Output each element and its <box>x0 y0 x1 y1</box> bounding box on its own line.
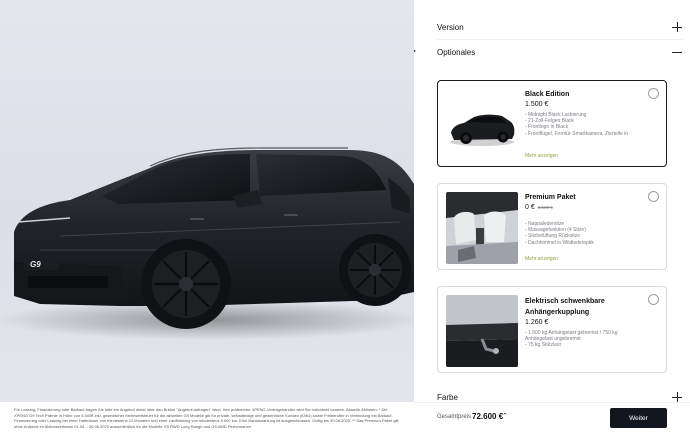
option-card-black-edition[interactable]: Black Edition 1.500 € - Midnight Black L… <box>437 80 667 167</box>
show-more-link[interactable]: Mehr anzeigen <box>525 153 558 159</box>
minus-icon[interactable] <box>671 46 683 58</box>
show-more-link[interactable]: Mehr anzeigen <box>525 256 558 262</box>
option-radio[interactable] <box>648 88 659 99</box>
price-summary-bar: Gesamtpreis 72.600 € ⌃ Weiter <box>414 402 690 432</box>
feature-line: - 75 kg Stützlast <box>525 342 561 349</box>
plus-icon[interactable] <box>671 391 683 402</box>
option-old-price: 3.500 € <box>537 205 553 210</box>
option-price: 0 €3.500 € <box>525 204 553 211</box>
towbar-image <box>446 295 518 367</box>
option-title: Black Edition <box>525 91 570 98</box>
active-section-pointer-icon <box>414 48 416 54</box>
divider <box>437 39 683 40</box>
option-radio[interactable] <box>648 191 659 202</box>
chevron-up-icon[interactable]: ⌃ <box>502 412 508 420</box>
option-features: - Midnight Black Lackierung - 21-Zoll-Fe… <box>525 112 660 137</box>
option-title: Premium Paket <box>525 194 576 201</box>
accordion-options-label: Optionales <box>437 47 476 57</box>
option-price: 1.260 € <box>525 319 548 326</box>
accordion-color-label: Farbe <box>437 392 458 402</box>
option-features: - Nappaledersitze - Massagefunktion (4 S… <box>525 221 660 246</box>
option-card-premium-paket[interactable]: Premium Paket 0 €3.500 € - Nappaledersit… <box>437 183 667 270</box>
option-price-value: 0 € <box>525 204 535 211</box>
option-price-value: 1.260 € <box>525 319 549 326</box>
option-price-value: 1.500 € <box>525 101 549 108</box>
option-title: Elektrisch schwenkbare Anhängerkupplung <box>525 298 605 316</box>
total-price-value[interactable]: 72.600 € <box>472 412 503 421</box>
option-radio[interactable] <box>648 294 659 305</box>
accordion-version-label: Version <box>437 22 464 32</box>
next-button[interactable]: Weiter <box>610 408 667 428</box>
plus-icon[interactable] <box>671 21 683 33</box>
option-price: 1.500 € <box>525 101 548 108</box>
vehicle-preview: G9 <box>0 0 414 402</box>
accordion-color[interactable]: Farbe <box>437 386 683 402</box>
legal-disclaimer: Für Leasing, Finanzierung oder Barkauf f… <box>0 402 414 432</box>
configurator-panel: Version Optionales Black Edition 1.500 €… <box>414 0 690 402</box>
black-edition-image <box>446 89 518 161</box>
option-features: - 1.500 kg Anhängelast gebremst / 750 kg… <box>525 330 660 349</box>
option-card-towbar[interactable]: Elektrisch schwenkbare Anhängerkupplung … <box>437 286 667 373</box>
total-price-label: Gesamtpreis <box>437 414 472 420</box>
vehicle-image: G9 <box>0 147 414 340</box>
feature-line: - Dachhimmel in Wildlederoptik <box>525 239 594 246</box>
feature-line: - Frontflügel, Frontür-Smartkamera, Zier… <box>525 130 629 137</box>
premium-interior-image <box>446 192 518 264</box>
accordion-options[interactable]: Optionales <box>437 41 683 63</box>
plate-logo: G9 <box>30 260 41 269</box>
accordion-version[interactable]: Version <box>437 16 683 38</box>
disclaimer-text: Für Leasing, Finanzierung oder Barkauf f… <box>14 407 399 429</box>
